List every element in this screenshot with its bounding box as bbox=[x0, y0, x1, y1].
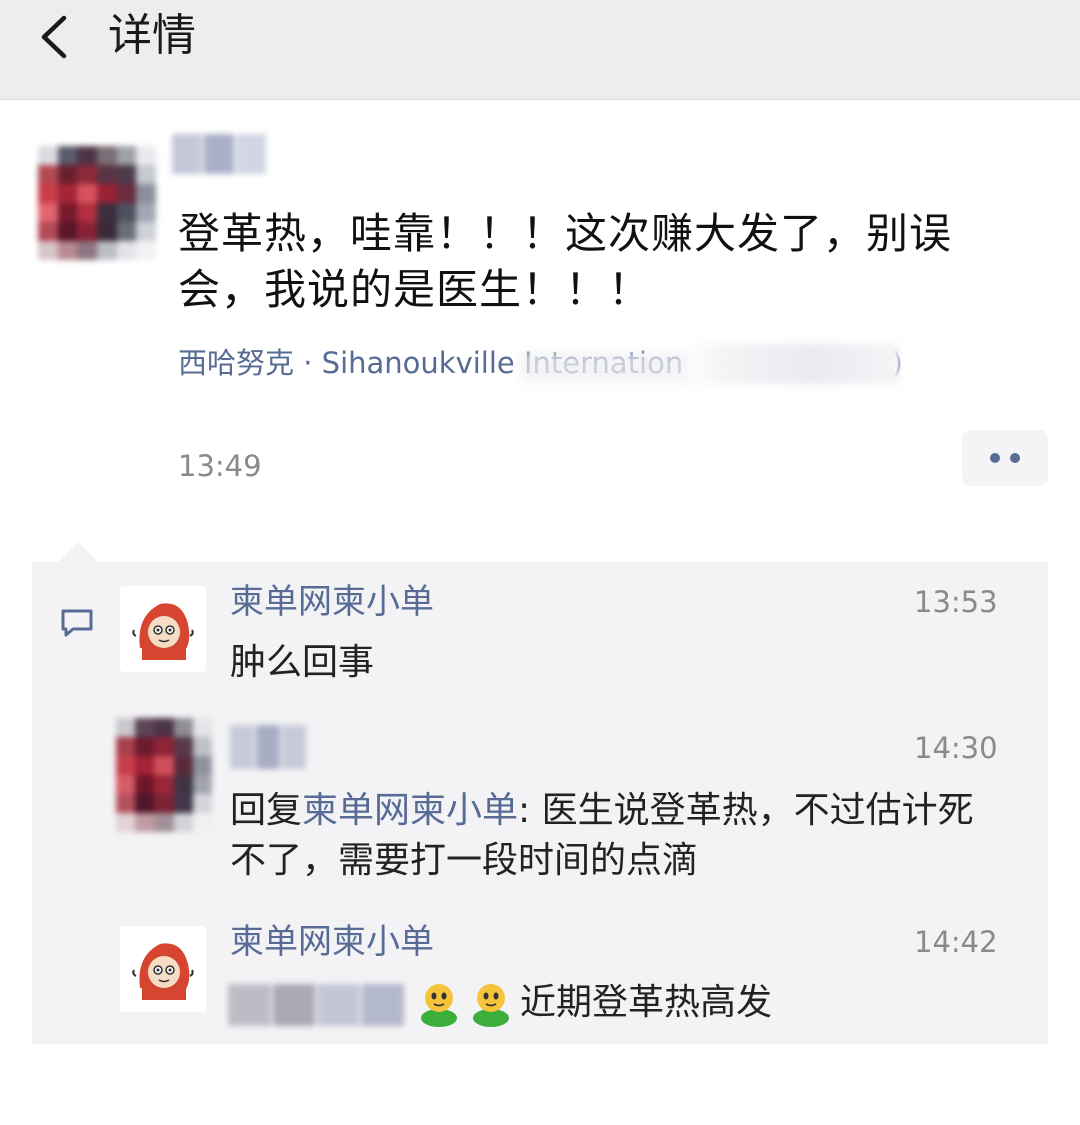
post-text: 登革热，哇靠！！！这次赚大发了，别误会，我说的是医生！！！ bbox=[178, 209, 953, 314]
green-figure-emoji-icon bbox=[416, 978, 462, 1028]
location-redaction bbox=[520, 352, 690, 382]
comment-time: 14:42 bbox=[914, 925, 998, 959]
comment-author-name[interactable]: 柬单网柬小单 bbox=[230, 580, 434, 624]
avatar-red-hood-icon[interactable] bbox=[120, 926, 206, 1012]
page-title: 详情 bbox=[108, 10, 196, 61]
more-dots-icon[interactable] bbox=[962, 430, 1048, 486]
comment-time: 13:53 bbox=[914, 585, 998, 619]
moments-detail-page: 详情 登革热，哇靠！！！这次赚大发了，别误会，我说的是医生！！！ 西哈努克 · … bbox=[0, 0, 1080, 1125]
comment-icon bbox=[58, 606, 96, 640]
reply-to-name[interactable]: 柬单网柬小单 bbox=[302, 790, 518, 831]
reply-text[interactable]: 回复柬单网柬小单: 医生说登革热，不过估计死不了，需要打一段时间的点滴 bbox=[230, 786, 1000, 886]
location-redaction-2 bbox=[680, 344, 900, 384]
reply-prefix: 回复 bbox=[230, 790, 303, 831]
top-bar: 详情 bbox=[0, 0, 1080, 100]
post-author-avatar[interactable] bbox=[38, 146, 156, 260]
avatar-red-hood-icon[interactable] bbox=[120, 586, 206, 672]
reply-author-avatar[interactable] bbox=[116, 718, 212, 832]
post-time: 13:49 bbox=[178, 449, 262, 483]
reply-time: 14:30 bbox=[914, 731, 998, 765]
comment-author-name[interactable]: 柬单网柬小单 bbox=[230, 920, 434, 964]
comment-text[interactable]: 肿么回事 bbox=[230, 638, 374, 688]
comment-text[interactable]: 近期登革热高发 bbox=[520, 978, 772, 1028]
comment-text-redacted bbox=[228, 984, 404, 1026]
post-author-name-redacted[interactable] bbox=[172, 128, 268, 180]
green-figure-emoji-icon bbox=[468, 978, 514, 1028]
comments-arrow bbox=[58, 542, 98, 562]
reply-author-name-redacted[interactable] bbox=[230, 718, 306, 776]
back-icon[interactable] bbox=[34, 12, 78, 62]
